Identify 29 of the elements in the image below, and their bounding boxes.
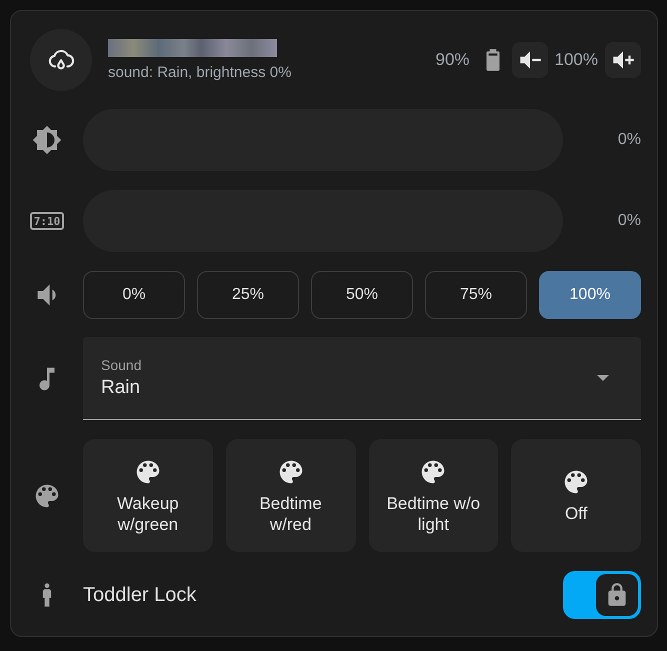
volume-preset-button[interactable]: 100% [539,271,641,319]
select-value: Rain [101,377,142,399]
scene-button[interactable]: Wakeup w/green [83,439,213,552]
slider-reading: 0% [618,211,641,231]
volume-preset-button[interactable]: 0% [83,271,185,319]
select-label: Sound [101,357,142,374]
volume-up-button[interactable] [605,42,641,78]
dropdown-caret-icon [597,375,609,381]
scene-label: Bedtime w/red [258,492,323,534]
toddler-lock-switch[interactable] [563,571,641,619]
status-subtitle: sound: Rain, brightness 0% [108,64,292,82]
volume-preset-button[interactable]: 75% [425,271,527,319]
scene-label: Bedtime w/o light [386,492,482,534]
sound-select[interactable]: Sound Rain [83,337,641,420]
volume-preset-button[interactable]: 50% [311,271,413,319]
lock-thumb-icon [596,574,638,616]
slider-reading: 0% [618,130,641,150]
scene-label: Off [564,503,588,524]
battery-reading: 90% [435,49,470,72]
scene-button[interactable]: Off [511,439,641,552]
scene-button[interactable]: Bedtime w/red [226,439,356,552]
volume-reading: 100% [554,49,598,72]
toddler-lock-label: Toddler Lock [83,583,196,608]
digital-clock-icon: 7:10 [30,212,64,230]
scene-label: Wakeup w/green [116,492,180,534]
volume-down-button[interactable] [512,42,548,78]
scene-button[interactable]: Bedtime w/o light [368,439,498,552]
brightness-icon [32,125,62,155]
volume-preset-button[interactable]: 25% [197,271,299,319]
